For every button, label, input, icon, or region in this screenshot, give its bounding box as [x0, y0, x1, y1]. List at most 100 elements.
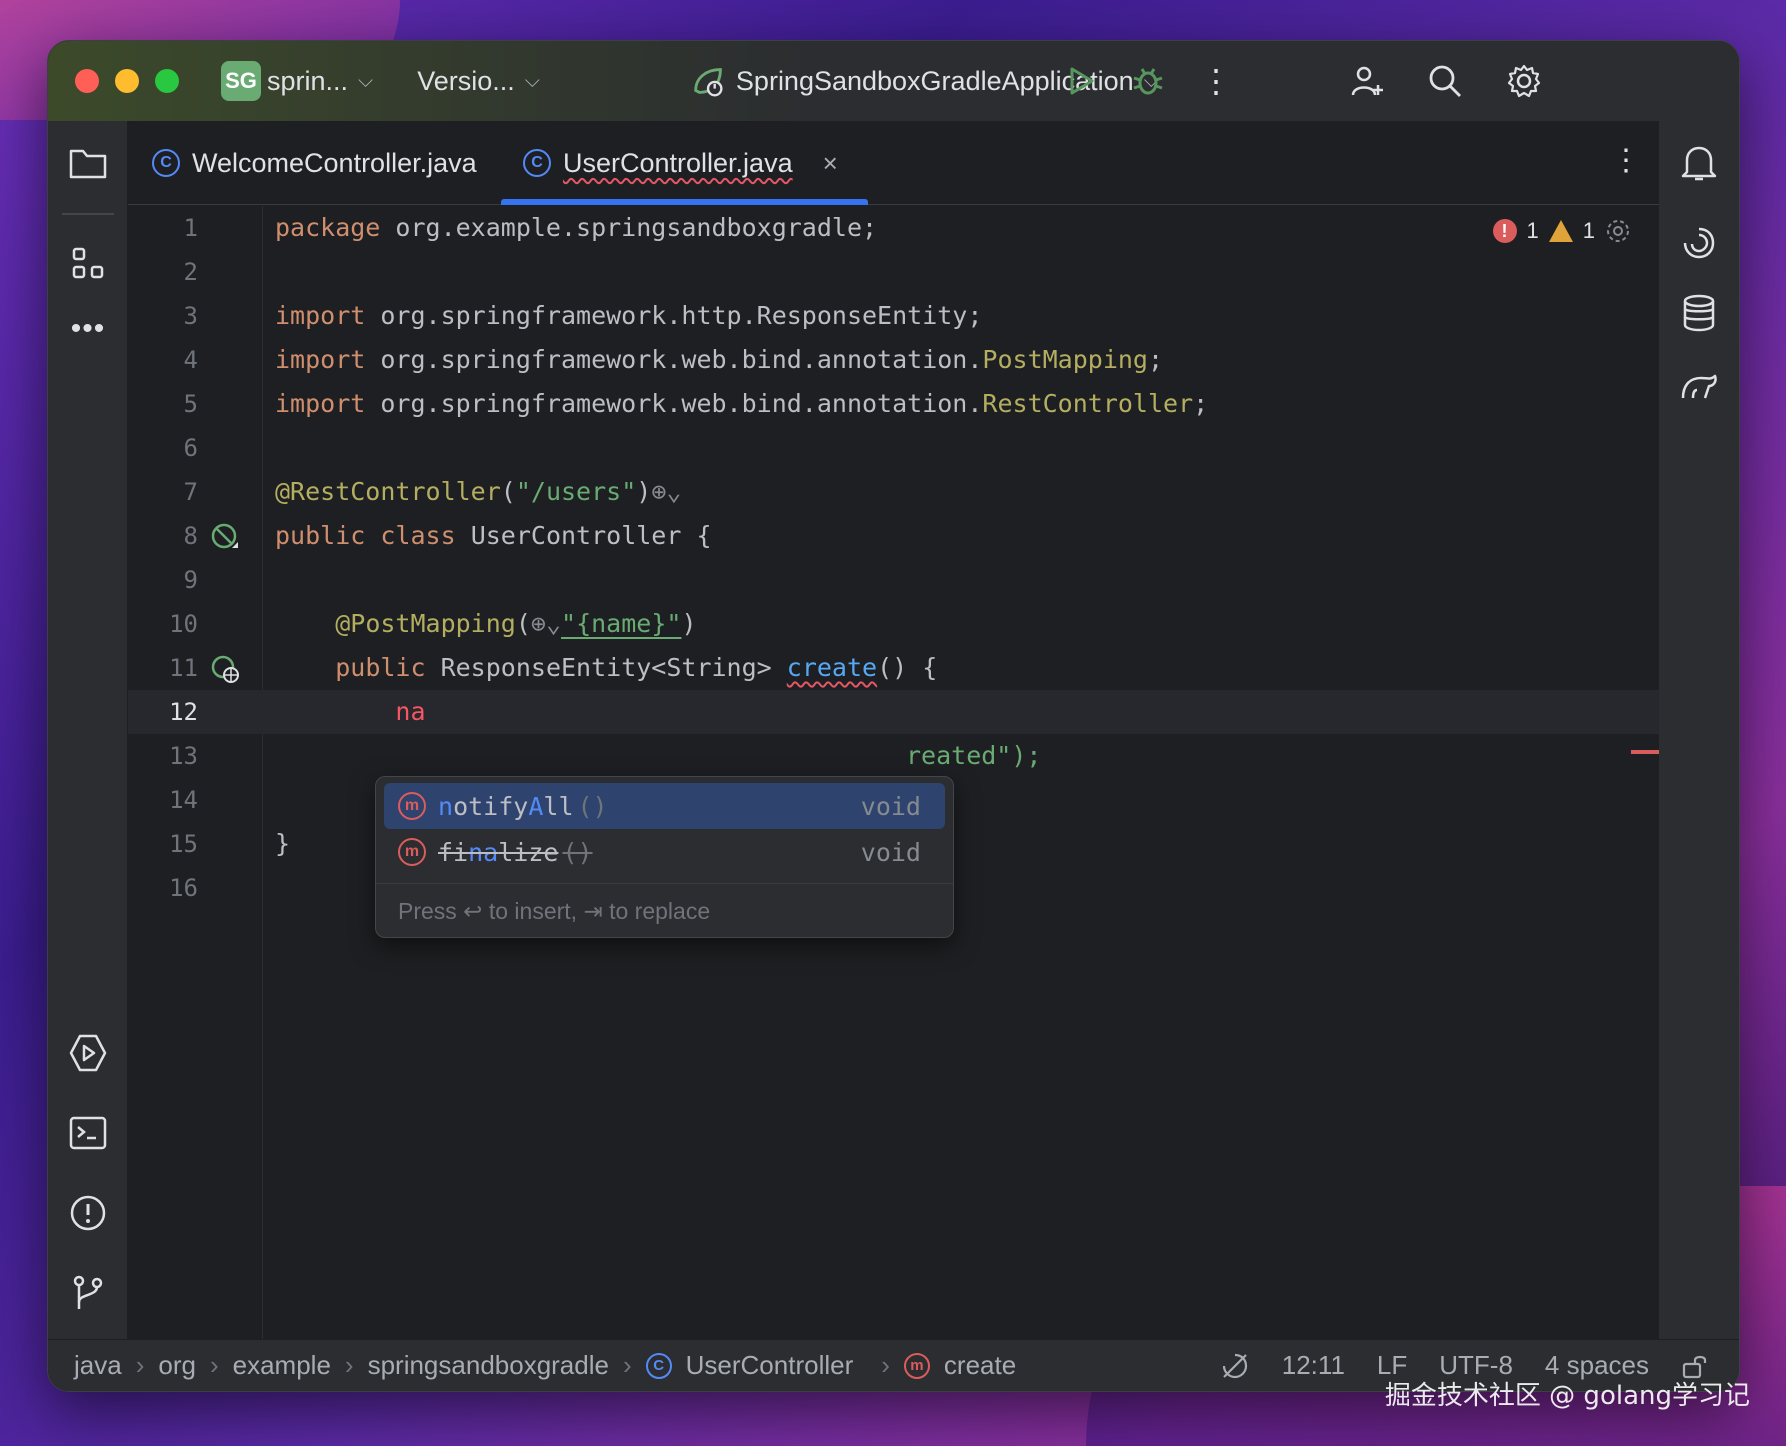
chevron-down-icon: ⌵	[358, 69, 374, 92]
git-branch-icon	[73, 1275, 103, 1309]
code-text: (	[515, 609, 531, 638]
method-name: create	[786, 653, 878, 682]
caret-position[interactable]: 12:11	[1282, 1350, 1345, 1381]
code-line: 6	[128, 426, 1659, 470]
error-stripe-marker[interactable]	[1631, 750, 1659, 754]
debug-button[interactable]	[1128, 61, 1168, 101]
inspection-widget[interactable]: ! 1 1	[1492, 218, 1632, 244]
code-text: org.example.springsandboxgradle;	[380, 213, 878, 242]
database-icon	[1683, 294, 1715, 332]
breadcrumb-item-class[interactable]: C UserController	[645, 1350, 868, 1381]
code-text: org.springframework.web.bind.annotation.	[365, 345, 983, 374]
tab-welcome-controller[interactable]: C WelcomeController.java	[152, 121, 477, 205]
gradle-button[interactable]	[1677, 363, 1721, 407]
breadcrumb-item[interactable]: java	[74, 1350, 122, 1381]
line-number: 7	[183, 478, 198, 506]
line-number: 11	[169, 654, 198, 682]
code-line: 9	[128, 558, 1659, 602]
completion-return-type: void	[860, 837, 921, 867]
warning-icon	[1548, 220, 1573, 242]
class-icon: C	[523, 149, 551, 177]
completion-hint: Press ↩ to insert, ⇥ to replace	[376, 883, 953, 937]
breadcrumb-item[interactable]: org	[158, 1350, 196, 1381]
breadcrumb-item[interactable]: example	[233, 1350, 331, 1381]
ai-assistant-button[interactable]	[1677, 221, 1721, 265]
add-user-icon	[1351, 66, 1383, 96]
folder-icon	[69, 149, 107, 179]
code-editor[interactable]: 1 package org.example.springsandboxgradl…	[128, 206, 1659, 1341]
add-user-button[interactable]	[1347, 61, 1387, 101]
structure-tool-button[interactable]	[66, 241, 110, 285]
completion-item[interactable]: m finalize () void	[384, 829, 945, 875]
close-window-button[interactable]	[75, 69, 99, 93]
chevron-right-icon: ›	[135, 1350, 145, 1380]
breadcrumb-item-method[interactable]: m create	[903, 1350, 1030, 1381]
globe-icon[interactable]: ⊕⌄	[531, 609, 561, 638]
services-tool-button[interactable]	[66, 1031, 110, 1075]
services-icon	[69, 1034, 107, 1072]
globe-icon[interactable]: ⊕⌄	[651, 477, 681, 506]
tab-user-controller[interactable]: C UserController.java ×	[501, 121, 868, 205]
project-selector[interactable]: SG sprin... ⌵	[221, 61, 373, 101]
completion-params: ()	[562, 837, 593, 867]
method-icon: m	[398, 838, 426, 866]
window-controls	[75, 69, 179, 93]
code-line: 13 reated");	[128, 734, 1659, 778]
completion-return-type: void	[860, 791, 921, 821]
chevron-down-icon: ⌵	[524, 69, 540, 92]
tabs-more-icon[interactable]: ⋮	[1611, 143, 1641, 178]
keyword: import	[275, 389, 366, 418]
breadcrumb-label: create	[943, 1350, 1017, 1380]
line-number: 4	[183, 346, 198, 374]
class-ref: RestController	[982, 389, 1194, 418]
completion-item[interactable]: m notifyAll () void	[384, 783, 945, 829]
search-icon	[1429, 65, 1461, 97]
gear-icon[interactable]	[1605, 218, 1631, 244]
code-line: 7 @RestController("/users")⊕⌄	[128, 470, 1659, 514]
keyword: import	[275, 301, 366, 330]
search-button[interactable]	[1425, 61, 1465, 101]
breadcrumb-item[interactable]: springsandboxgradle	[368, 1350, 609, 1381]
line-number: 16	[169, 874, 198, 902]
more-actions-icon[interactable]: ⋮	[1196, 61, 1236, 101]
error-count: 1	[1526, 218, 1539, 243]
spring-bean-icon[interactable]	[210, 522, 240, 552]
completion-name: finalize	[438, 837, 559, 867]
git-tool-button[interactable]	[66, 1271, 110, 1315]
zoom-window-button[interactable]	[155, 69, 179, 93]
endpoint-icon[interactable]	[210, 654, 240, 684]
ai-completion-disabled-icon[interactable]	[1220, 1351, 1250, 1381]
notifications-button[interactable]	[1677, 141, 1721, 185]
settings-button[interactable]	[1504, 61, 1544, 101]
string-literal: "{name}"	[561, 609, 682, 638]
close-tab-icon[interactable]: ×	[823, 148, 838, 179]
method-icon: m	[398, 792, 426, 820]
minimize-window-button[interactable]	[115, 69, 139, 93]
gear-icon	[1507, 64, 1541, 98]
code-text: (	[500, 477, 516, 506]
class-icon: C	[152, 149, 180, 177]
gradle-icon	[1681, 374, 1717, 399]
class-ref: PostMapping	[982, 345, 1148, 374]
breadcrumb: java › org › example › springsandboxgrad…	[74, 1350, 1044, 1381]
completion-params: ()	[577, 791, 608, 821]
left-tool-strip: •••	[48, 121, 128, 1341]
warning-count: 1	[1582, 218, 1595, 243]
title-bar: SG sprin... ⌵ Versio... ⌵ SpringSandboxG…	[48, 41, 1739, 121]
database-button[interactable]	[1677, 291, 1721, 335]
vcs-selector[interactable]: Versio... ⌵	[417, 66, 540, 97]
problems-tool-button[interactable]	[66, 1191, 110, 1235]
code-text: org.springframework.http.ResponseEntity;	[365, 301, 983, 330]
terminal-tool-button[interactable]	[66, 1111, 110, 1155]
chevron-right-icon: ›	[209, 1350, 219, 1380]
completion-name: notifyAll	[438, 791, 574, 821]
project-tool-button[interactable]	[66, 141, 110, 185]
project-name: sprin...	[267, 65, 349, 96]
code-text: }	[275, 829, 291, 858]
line-number: 5	[183, 390, 198, 418]
keyword: package	[275, 213, 381, 242]
line-number: 8	[183, 522, 198, 550]
run-button[interactable]	[1061, 61, 1101, 101]
more-tools-icon[interactable]: •••	[66, 307, 110, 351]
line-number: 2	[183, 258, 198, 286]
